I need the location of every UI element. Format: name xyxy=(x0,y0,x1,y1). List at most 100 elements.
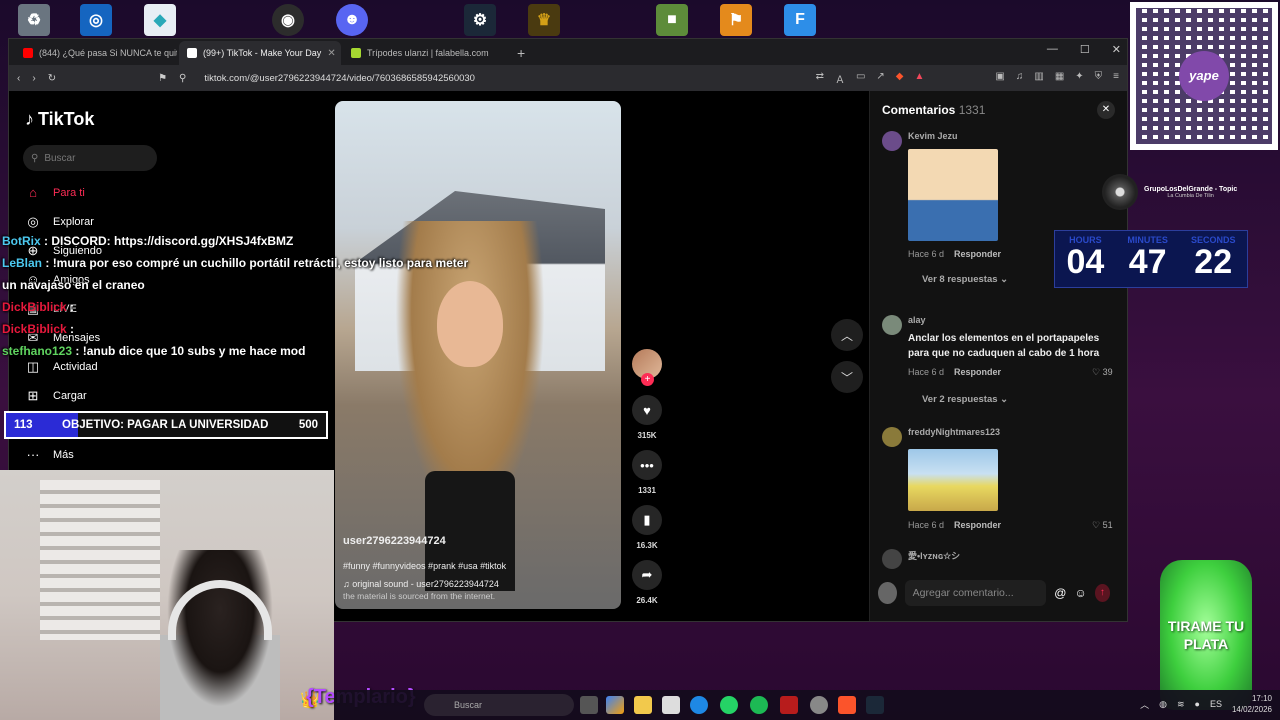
reload-icon[interactable]: ↻ xyxy=(48,73,56,84)
new-tab-button[interactable]: + xyxy=(507,45,535,65)
save-button[interactable]: ▮ xyxy=(632,505,662,535)
app-blue-icon[interactable]: ◎ xyxy=(80,4,112,36)
view-replies-button[interactable]: Ver 2 respuestas ⌄ xyxy=(922,394,1008,405)
avatar[interactable] xyxy=(882,427,902,447)
comment-like[interactable]: ♡ 39 xyxy=(1092,367,1113,378)
view-replies-button[interactable]: Ver 8 respuestas ⌄ xyxy=(922,274,1008,285)
chat-user: DickBiblick xyxy=(2,322,67,336)
tab-falabella[interactable]: Trípodes ulanzi | falabella.com xyxy=(343,41,505,65)
tab-tiktok[interactable]: (99+) TikTok - Make Your Day ✕ xyxy=(179,41,341,65)
network-icon[interactable]: ◍ xyxy=(1159,699,1167,710)
sidebar-icon[interactable]: ▥ xyxy=(1034,71,1043,86)
video-hashtags[interactable]: #funny #funnyvideos #prank #usa #tiktok xyxy=(343,561,506,571)
nav-for-you[interactable]: ⌂ Para ti xyxy=(25,185,85,200)
nav-upload[interactable]: ⊞ Cargar xyxy=(25,388,87,404)
discord-icon[interactable]: ☻ xyxy=(336,4,368,36)
avatar[interactable] xyxy=(882,131,902,151)
brave-icon[interactable] xyxy=(838,696,856,714)
screenshot-icon[interactable]: ▣ xyxy=(995,71,1004,86)
copilot-icon[interactable] xyxy=(606,696,624,714)
comment-user[interactable]: 愛•lʏᴢɴɢ☆シ xyxy=(908,549,960,562)
share-icon[interactable]: ↗ xyxy=(876,71,884,86)
send-button[interactable]: ↑ xyxy=(1094,584,1110,602)
steam-icon[interactable]: ⚙ xyxy=(464,4,496,36)
close-icon[interactable]: ✕ xyxy=(327,48,335,59)
chevron-up-icon[interactable]: ︿ xyxy=(1140,698,1149,711)
language-indicator[interactable]: ES xyxy=(1210,699,1222,709)
qr-pattern: yape xyxy=(1136,8,1272,144)
forward-icon[interactable]: › xyxy=(32,73,35,84)
url-field[interactable]: tiktok.com/@user2796223944724/video/7603… xyxy=(204,73,475,84)
chat-user: LeBlan xyxy=(2,256,43,270)
reply-button[interactable]: Responder xyxy=(954,520,1001,530)
translate-icon[interactable]: ⇄ xyxy=(816,71,824,86)
mic-icon[interactable]: ● xyxy=(1195,699,1200,709)
search-input[interactable]: ⚲ Buscar xyxy=(23,145,157,171)
video-username[interactable]: user2796223944724 xyxy=(343,535,506,547)
steam-taskbar-icon[interactable] xyxy=(866,696,884,714)
game-icon[interactable]: ♛ xyxy=(528,4,560,36)
comment-user[interactable]: alay xyxy=(908,315,926,325)
store-icon[interactable] xyxy=(662,696,680,714)
video-sound[interactable]: ♫ original sound - user2796223944724 xyxy=(343,579,506,589)
comment-input[interactable]: Agregar comentario... xyxy=(904,580,1047,606)
tiktok-logo[interactable]: ♪ TikTok xyxy=(25,109,94,130)
tab-label: Trípodes ulanzi | falabella.com xyxy=(367,48,489,58)
comment-user[interactable]: Kevim Jezu xyxy=(908,131,958,141)
leo-icon[interactable]: ✦ xyxy=(1075,71,1083,86)
brave-shield-icon[interactable]: ◆ xyxy=(896,71,904,86)
close-comments-button[interactable]: ✕ xyxy=(1097,101,1115,119)
reply-button[interactable]: Responder xyxy=(954,249,1001,259)
game-launcher-icon[interactable] xyxy=(780,696,798,714)
previous-video-button[interactable]: ︿ xyxy=(831,319,863,351)
vpn-icon[interactable]: ⛨ xyxy=(1095,71,1103,86)
next-video-button[interactable]: ﹀ xyxy=(831,361,863,393)
creator-avatar[interactable]: + xyxy=(632,349,662,386)
close-window-icon[interactable]: ✕ xyxy=(1112,43,1121,56)
recycle-bin-icon[interactable]: ♻ xyxy=(18,4,50,36)
follow-plus-icon[interactable]: + xyxy=(641,373,654,386)
site-info-icon[interactable]: ⚲ xyxy=(179,73,186,84)
avatar[interactable] xyxy=(882,549,902,569)
rewards-icon[interactable]: ▲ xyxy=(915,71,925,86)
maximize-icon[interactable]: ☐ xyxy=(1080,43,1090,56)
edge-icon[interactable] xyxy=(690,696,708,714)
comment-button[interactable]: ••• xyxy=(632,450,662,480)
csgo-icon[interactable]: ⚑ xyxy=(720,4,752,36)
reply-button[interactable]: Responder xyxy=(954,367,1001,377)
like-button[interactable]: ♥ xyxy=(632,395,662,425)
spotify-icon[interactable] xyxy=(750,696,768,714)
comment-image[interactable] xyxy=(908,149,998,241)
nav-explore[interactable]: ◎ Explorar xyxy=(25,214,94,230)
comment-image[interactable] xyxy=(908,449,998,511)
fortnite-icon[interactable]: F xyxy=(784,4,816,36)
wifi-icon[interactable]: ≋ xyxy=(1177,699,1185,710)
emoji-icon[interactable]: ☺ xyxy=(1074,586,1086,600)
mention-icon[interactable]: @ xyxy=(1054,586,1066,600)
minecraft-icon[interactable]: ■ xyxy=(656,4,688,36)
back-icon[interactable]: ‹ xyxy=(17,73,20,84)
file-explorer-icon[interactable] xyxy=(634,696,652,714)
clock[interactable]: 17:10 14/02/2026 xyxy=(1232,693,1272,715)
task-view-icon[interactable] xyxy=(580,696,598,714)
yape-qr-code: yape xyxy=(1130,2,1278,150)
app-diamond-icon[interactable]: ◆ xyxy=(144,4,176,36)
avatar[interactable] xyxy=(882,315,902,335)
bookmark-icon[interactable]: ⚑ xyxy=(158,73,167,84)
wallet-icon[interactable]: ▦ xyxy=(1055,71,1064,86)
now-playing-title: GrupoLosDelGrande - Topic xyxy=(1144,185,1238,193)
read-icon[interactable]: Ａ xyxy=(835,71,845,86)
nav-more[interactable]: ··· Más xyxy=(25,447,74,462)
taskbar-search[interactable]: Buscar xyxy=(424,694,574,716)
obs-icon[interactable]: ◉ xyxy=(272,4,304,36)
share-button[interactable]: ➦ xyxy=(632,560,662,590)
music-icon[interactable]: ♫ xyxy=(1016,71,1024,86)
whatsapp-icon[interactable] xyxy=(720,696,738,714)
menu-icon[interactable]: ≡ xyxy=(1113,71,1119,86)
tab-youtube[interactable]: (844) ¿Qué pasa Si NUNCA te quitas xyxy=(15,41,177,65)
comment-user[interactable]: freddyNightmares123 xyxy=(908,427,1000,437)
minimize-icon[interactable]: — xyxy=(1047,43,1058,56)
comment-like[interactable]: ♡ 51 xyxy=(1092,520,1113,531)
obs-taskbar-icon[interactable] xyxy=(810,696,828,714)
cast-icon[interactable]: ▭ xyxy=(856,71,865,86)
